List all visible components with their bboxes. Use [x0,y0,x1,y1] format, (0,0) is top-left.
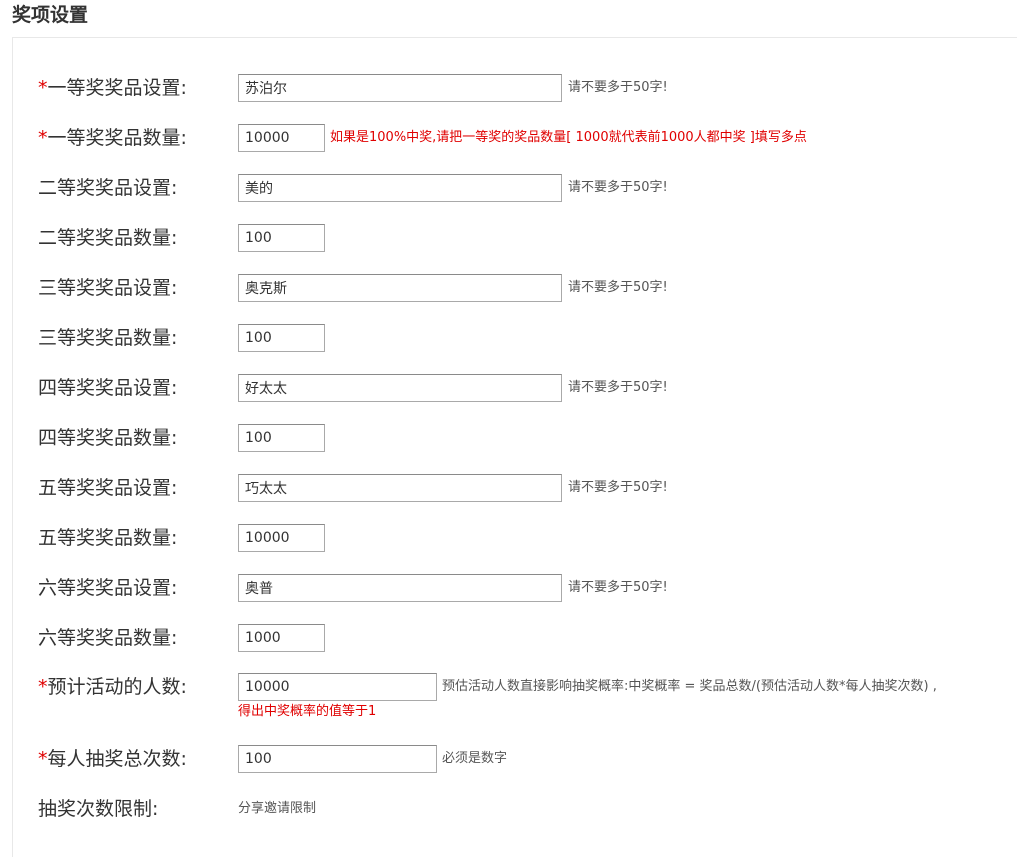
form-panel [12,37,1017,857]
page-title: 奖项设置 [12,4,89,26]
